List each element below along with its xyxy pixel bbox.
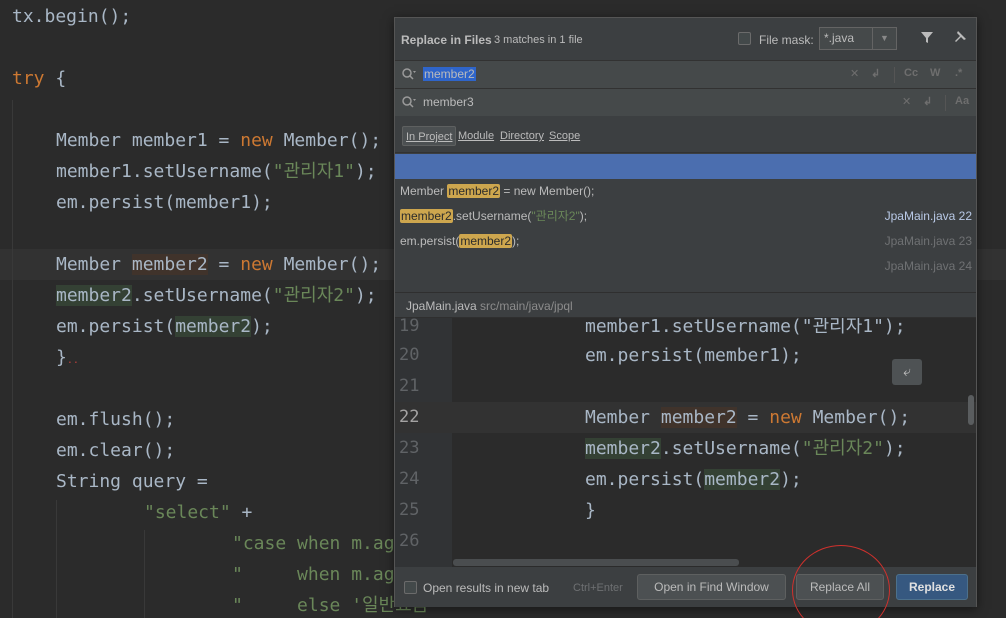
scope-selector: In Project Module Directory Scope	[395, 116, 976, 152]
file-mask-checkbox[interactable]	[738, 32, 751, 45]
scope-custom[interactable]: Scope	[546, 126, 583, 146]
file-mask-combobox[interactable]: *.java ▼	[819, 27, 897, 50]
preview-line: 25}	[399, 500, 596, 521]
chevron-down-icon[interactable]: ▼	[872, 28, 896, 49]
dialog-footer: Open results in new tab Ctrl+Enter Open …	[395, 567, 976, 607]
search-icon	[401, 67, 417, 84]
result-file: JpaMain.java 24	[884, 259, 972, 273]
clear-replace-icon[interactable]: ✕	[902, 95, 911, 108]
code-line: }..	[56, 347, 79, 368]
open-new-tab-checkbox[interactable]	[404, 581, 417, 594]
preview-line: 26	[399, 531, 420, 551]
code-line: " when m.ag	[232, 564, 395, 585]
preview-line: 24 em.persist(member2);	[399, 469, 802, 490]
scope-module[interactable]: Module	[455, 126, 497, 146]
new-line-icon[interactable]: ↲	[923, 95, 932, 108]
preview-line: 22 Member member2 = new Member();	[395, 402, 976, 433]
code-line: Member member1 = new Member();	[56, 130, 382, 151]
code-line: member2.setUsername("관리자2");	[56, 285, 377, 306]
preview-line: 20 em.persist(member1);	[399, 345, 802, 366]
replace-field[interactable]: member3 ✕ ↲ Aa	[395, 88, 976, 116]
result-file: JpaMain.java 23	[884, 234, 972, 248]
preview-file-path: src/main/java/jpql	[480, 299, 573, 313]
code-line: tx.begin();	[12, 6, 132, 27]
code-line: try {	[12, 68, 67, 89]
shortcut-hint: Ctrl+Enter	[573, 582, 623, 594]
vertical-scrollbar[interactable]	[968, 395, 974, 425]
scope-directory[interactable]: Directory	[497, 126, 547, 146]
preview-line: 23 member2.setUsername("관리자2");	[399, 438, 906, 459]
result-row[interactable]: Member member2 = new Member(); JpaMain.j…	[395, 154, 976, 223]
code-line: em.persist(member2);	[56, 316, 273, 337]
preserve-case-toggle[interactable]: Aa	[955, 95, 969, 107]
code-line: String query =	[56, 471, 208, 492]
pin-icon[interactable]	[951, 30, 969, 48]
preview-line: 21	[399, 376, 420, 396]
open-find-window-button[interactable]: Open in Find Window	[637, 574, 786, 600]
regex-toggle[interactable]: .*	[955, 67, 962, 79]
replace-in-files-dialog: Replace in Files 3 matches in 1 file Fil…	[394, 17, 977, 607]
result-row[interactable]: em.persist(member2); JpaMain.java 24	[395, 204, 976, 273]
preview-path-bar: JpaMain.java src/main/java/jpql	[395, 292, 976, 318]
dialog-header[interactable]: Replace in Files 3 matches in 1 file Fil…	[395, 18, 976, 60]
indent-guide	[12, 100, 13, 618]
filter-icon[interactable]	[918, 30, 936, 48]
code-line: "case when m.ag	[232, 533, 395, 554]
preview-file-name: JpaMain.java	[406, 299, 477, 313]
match-count: 3 matches in 1 file	[494, 34, 583, 46]
search-field[interactable]: member2 ✕ ↲ Cc W .*	[395, 60, 976, 88]
code-line: member1.setUsername("관리자1");	[56, 161, 377, 182]
replace-button[interactable]: Replace	[896, 574, 968, 600]
code-preview[interactable]: 19 member1.setUsername("관리자1"); 20 em.pers…	[395, 318, 976, 567]
indent-guide	[56, 500, 57, 618]
scope-in-project[interactable]: In Project	[402, 126, 457, 146]
replace-all-button[interactable]: Replace All	[796, 574, 884, 600]
whole-words-toggle[interactable]: W	[930, 67, 940, 79]
code-line: em.flush();	[56, 409, 176, 430]
file-mask-label: File mask:	[759, 33, 814, 47]
result-row[interactable]: member2.setUsername("관리자2"); JpaMain.jav…	[395, 179, 976, 248]
clear-search-icon[interactable]: ✕	[850, 67, 859, 80]
code-line: em.persist(member1);	[56, 192, 273, 213]
code-line: Member member2 = new Member();	[56, 254, 382, 275]
preview-line: 19 member1.setUsername("관리자1");	[399, 318, 906, 337]
code-line: em.clear();	[56, 440, 176, 461]
search-input[interactable]: member2	[423, 67, 476, 81]
results-list: Member member2 = new Member(); JpaMain.j…	[395, 152, 976, 292]
match-case-toggle[interactable]: Cc	[904, 67, 918, 79]
open-new-tab-label[interactable]: Open results in new tab	[423, 581, 549, 595]
soft-wrap-icon[interactable]: ⤶	[892, 359, 922, 385]
replace-input[interactable]: member3	[423, 95, 474, 109]
horizontal-scrollbar[interactable]	[453, 559, 739, 566]
file-mask-value: *.java	[824, 31, 855, 45]
new-line-icon[interactable]: ↲	[871, 67, 880, 80]
code-line: "select" +	[144, 502, 253, 523]
dialog-title: Replace in Files	[401, 33, 492, 47]
search-icon	[401, 95, 417, 112]
indent-guide	[144, 530, 145, 618]
